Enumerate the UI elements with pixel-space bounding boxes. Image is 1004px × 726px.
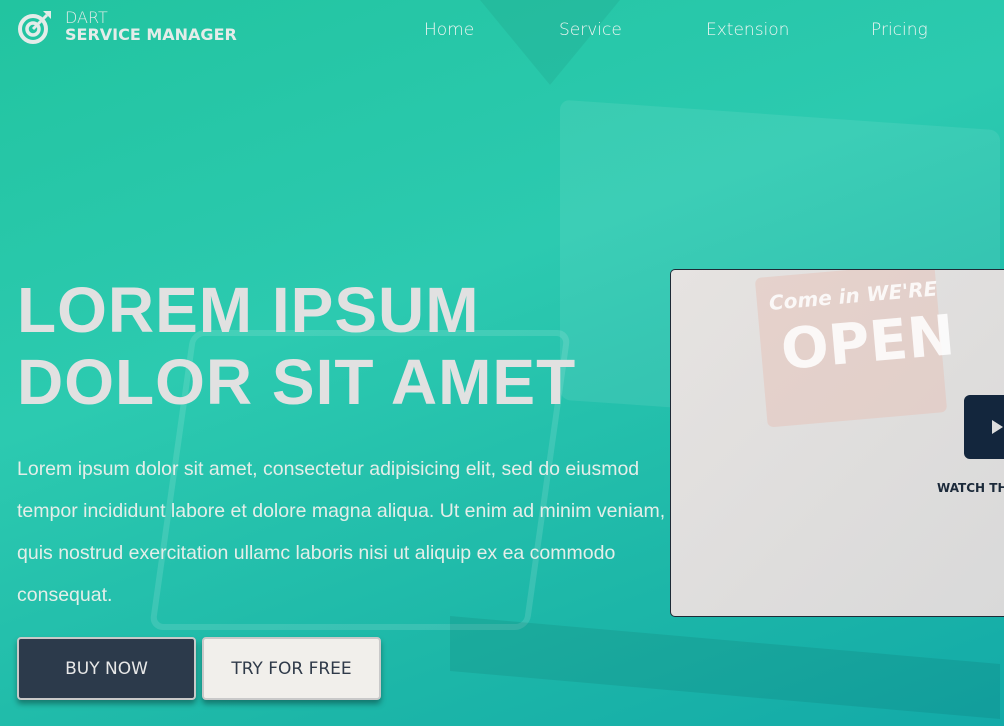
sign-main-text: OPEN bbox=[778, 303, 958, 383]
nav-service[interactable]: Service bbox=[559, 20, 622, 40]
brand-line2: SERVICE MANAGER bbox=[65, 25, 237, 44]
hero-title-line2: DOLOR SIT AMET bbox=[17, 346, 577, 418]
nav-home[interactable]: Home bbox=[424, 20, 474, 40]
watch-video-label[interactable]: WATCH TH bbox=[937, 481, 1004, 495]
target-arrow-icon bbox=[18, 11, 51, 44]
buy-now-button[interactable]: BUY NOW bbox=[17, 637, 196, 700]
brand-line1: DART bbox=[65, 8, 108, 27]
nav-extension[interactable]: Extension bbox=[706, 20, 789, 40]
open-sign-image: Come in WE'RE OPEN bbox=[754, 270, 957, 428]
nav-pricing[interactable]: Pricing bbox=[871, 20, 928, 40]
play-icon[interactable] bbox=[964, 395, 1004, 459]
brand-logo[interactable]: DART SERVICE MANAGER bbox=[17, 9, 237, 45]
video-card[interactable]: Come in WE'RE OPEN WATCH TH bbox=[670, 269, 1004, 617]
hero-title: LOREM IPSUM DOLOR SIT AMET bbox=[17, 274, 576, 418]
hero-title-line1: LOREM IPSUM bbox=[17, 274, 480, 346]
try-for-free-button[interactable]: TRY FOR FREE bbox=[202, 637, 381, 700]
hero-description: Lorem ipsum dolor sit amet, consectetur … bbox=[17, 458, 666, 606]
